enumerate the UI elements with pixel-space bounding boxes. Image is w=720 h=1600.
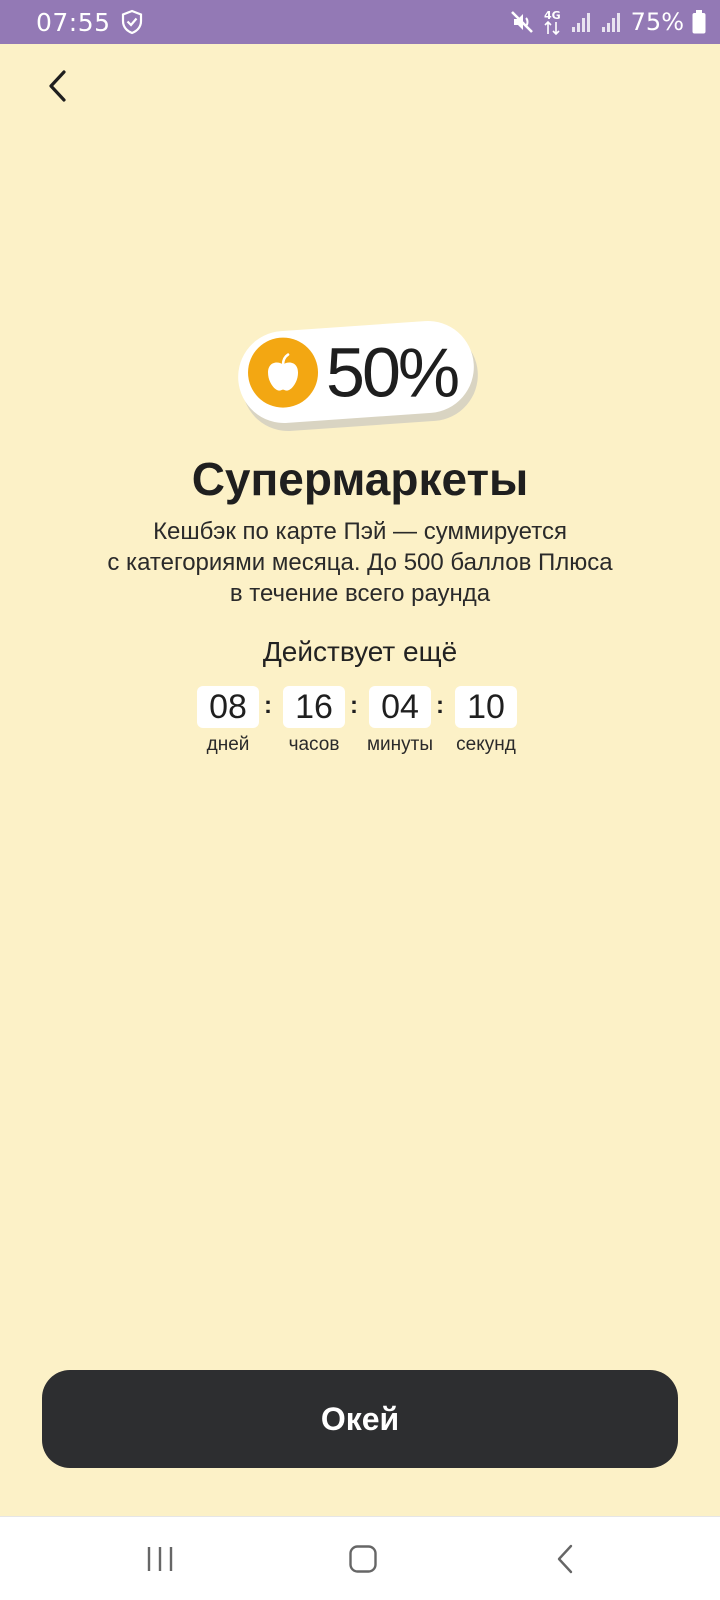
timer-label: Действует ещё	[262, 636, 458, 667]
page-title: Супермаркеты	[191, 453, 529, 505]
back-button[interactable]	[36, 62, 80, 110]
system-back-button[interactable]	[536, 1537, 596, 1581]
recent-apps-icon	[147, 1547, 173, 1571]
signal-icon	[601, 13, 620, 32]
network-label: 4G	[544, 9, 561, 22]
timer-days-caption: дней	[206, 734, 250, 755]
back-icon	[557, 1544, 573, 1574]
timer-seconds-value: 10	[455, 686, 517, 728]
timer-minutes-caption: минуты	[366, 734, 434, 755]
cashback-badge: 50%	[235, 317, 482, 435]
navigation-bar	[0, 1516, 720, 1600]
timer-days-value: 08	[197, 686, 259, 728]
description-line: в течение всего раунда	[229, 580, 491, 607]
status-bar: 07:55 4G 75%	[0, 0, 720, 44]
cashback-percent: 50%	[326, 333, 458, 412]
timer-days: 08 дней	[188, 686, 268, 756]
timer-minutes-value: 04	[369, 686, 431, 728]
description-line: Кешбэк по карте Пэй — суммируется	[153, 518, 567, 545]
home-button[interactable]	[333, 1537, 393, 1581]
timer-seconds-caption: секунд	[456, 734, 516, 755]
status-time: 07:55	[36, 7, 111, 37]
timer-separator: :	[350, 692, 358, 719]
chevron-left-icon	[49, 70, 66, 102]
timer-separator: :	[436, 692, 444, 719]
home-icon	[349, 1545, 377, 1573]
battery-percent: 75%	[630, 8, 684, 36]
recent-apps-button[interactable]	[130, 1537, 190, 1581]
ok-button[interactable]: Окей	[42, 1370, 678, 1468]
timer-hours-value: 16	[283, 686, 345, 728]
signal-icon	[571, 13, 590, 32]
timer-minutes: 04 минуты	[360, 686, 440, 756]
mute-icon	[510, 11, 533, 33]
timer-hours: 16 часов	[274, 686, 354, 756]
description: Кешбэк по карте Пэй — суммируется с кате…	[60, 516, 660, 609]
status-icons: 4G 75%	[509, 8, 706, 36]
badge-card: 50%	[235, 317, 477, 427]
network-4g-icon: 4G	[544, 9, 561, 36]
shield-check-icon	[121, 9, 142, 35]
countdown-timer: 08 дней : 16 часов : 04 минуты : 10 секу…	[196, 686, 526, 766]
apple-icon	[268, 353, 299, 391]
battery-icon	[692, 10, 706, 34]
timer-separator: :	[264, 692, 272, 719]
timer-seconds: 10 секунд	[446, 686, 526, 756]
description-line: с категориями месяца. До 500 баллов Плюс…	[107, 549, 613, 576]
badge-icon-circle	[248, 337, 319, 408]
timer-hours-caption: часов	[288, 734, 340, 755]
